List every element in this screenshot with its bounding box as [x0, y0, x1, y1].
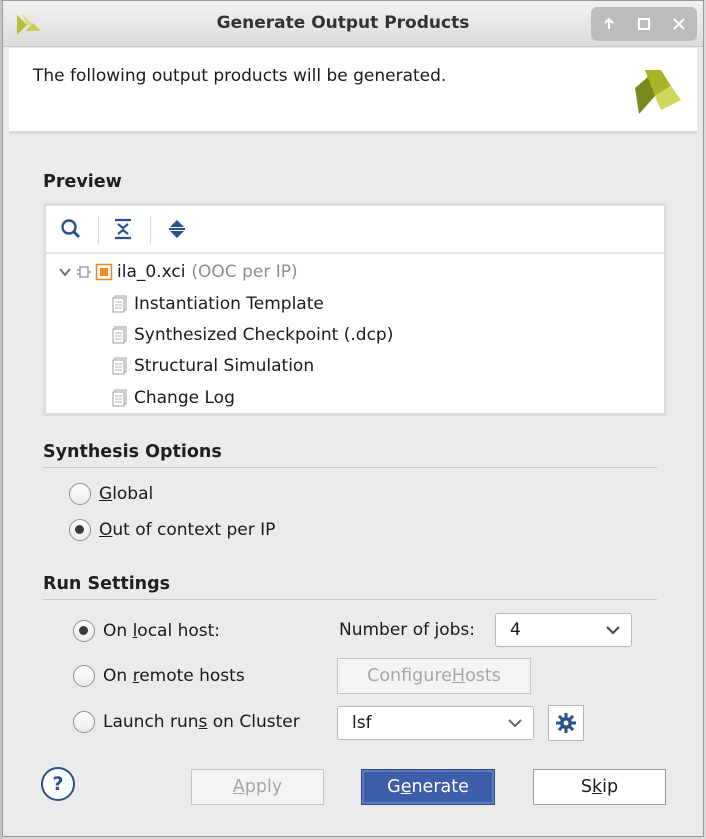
chevron-down-icon: [606, 626, 620, 635]
document-icon: [112, 326, 127, 344]
cluster-value: lsf: [352, 713, 372, 733]
ip-orange-icon: [95, 263, 113, 281]
radio-cluster[interactable]: Launch runs on Cluster: [73, 711, 300, 733]
preview-panel: ila_0.xci (OOC per IP) Instantiation Tem…: [43, 203, 667, 416]
preview-title: Preview: [43, 172, 122, 192]
window-controls: [591, 7, 697, 41]
radio-out-of-context[interactable]: Out of context per IP: [69, 519, 275, 541]
radio-button-selected[interactable]: [69, 519, 91, 541]
tree-item-label: Change Log: [134, 388, 235, 408]
number-of-jobs-label: Number of jobs:: [339, 620, 475, 640]
tree-root-name: ila_0.xci: [117, 262, 186, 282]
ip-block-icon: [77, 266, 91, 278]
title-bar[interactable]: Generate Output Products: [3, 1, 703, 47]
section-divider: [43, 599, 657, 600]
generate-button[interactable]: Ge nerate: [361, 769, 495, 805]
help-button[interactable]: ?: [41, 767, 75, 801]
apply-button[interactable]: Apply: [191, 769, 324, 805]
search-icon[interactable]: [58, 216, 84, 242]
header-description: The following output products will be ge…: [33, 66, 447, 86]
radio-out-of-context-label: Out of context per IP: [99, 520, 276, 540]
document-icon: [112, 389, 127, 407]
vivado-logo-icon: [635, 70, 681, 114]
radio-button-selected[interactable]: [73, 620, 95, 642]
maximize-icon[interactable]: [632, 12, 656, 36]
chevron-down-icon: [508, 719, 522, 728]
tree-item[interactable]: Structural Simulation: [112, 352, 314, 380]
toolbar-separator: [150, 216, 151, 244]
configure-hosts-button[interactable]: Configure Hosts: [337, 658, 531, 694]
document-icon: [112, 357, 127, 375]
restore-up-icon[interactable]: [597, 12, 621, 36]
collapse-all-icon[interactable]: [110, 216, 136, 242]
synthesis-options-title: Synthesis Options: [43, 442, 222, 462]
radio-global[interactable]: Global: [69, 483, 153, 505]
tree-root-suffix: (OOC per IP): [191, 262, 298, 282]
cluster-settings-button[interactable]: [548, 705, 584, 741]
radio-local-host[interactable]: On local host:: [73, 620, 220, 642]
cluster-select[interactable]: lsf: [337, 706, 534, 740]
tree-item[interactable]: Instantiation Template: [112, 290, 324, 318]
run-settings-title: Run Settings: [43, 574, 171, 594]
skip-button[interactable]: Sk ip: [533, 769, 666, 805]
tree-item-label: Structural Simulation: [134, 356, 315, 376]
tree-item[interactable]: Change Log: [112, 384, 235, 412]
help-icon: ?: [52, 773, 64, 795]
toolbar-separator: [98, 216, 99, 244]
radio-global-label: Global: [99, 484, 154, 504]
radio-button[interactable]: [73, 711, 95, 733]
gear-icon: [556, 713, 576, 733]
tree-item[interactable]: Synthesized Checkpoint (.dcp): [112, 321, 393, 349]
radio-remote-hosts-label: On remote hosts: [103, 666, 245, 686]
dialog-window: Generate Output Products The following o…: [2, 0, 704, 837]
tree-root-row[interactable]: ila_0.xci (OOC per IP): [58, 258, 298, 286]
radio-button[interactable]: [69, 483, 91, 505]
preview-toolbar: [46, 206, 664, 254]
tree-item-label: Instantiation Template: [134, 294, 324, 314]
chevron-down-icon[interactable]: [58, 265, 72, 279]
radio-button[interactable]: [73, 665, 95, 687]
dialog-header: The following output products will be ge…: [9, 48, 697, 134]
radio-cluster-label: Launch runs on Cluster: [103, 712, 300, 732]
section-divider: [43, 467, 657, 468]
document-icon: [112, 295, 127, 313]
tree-item-label: Synthesized Checkpoint (.dcp): [134, 325, 394, 345]
radio-local-host-label: On local host:: [103, 621, 221, 641]
radio-remote-hosts[interactable]: On remote hosts: [73, 665, 245, 687]
close-icon[interactable]: [667, 12, 691, 36]
number-of-jobs-value: 4: [510, 620, 521, 640]
number-of-jobs-select[interactable]: 4: [495, 613, 632, 647]
expand-all-icon[interactable]: [164, 216, 190, 242]
